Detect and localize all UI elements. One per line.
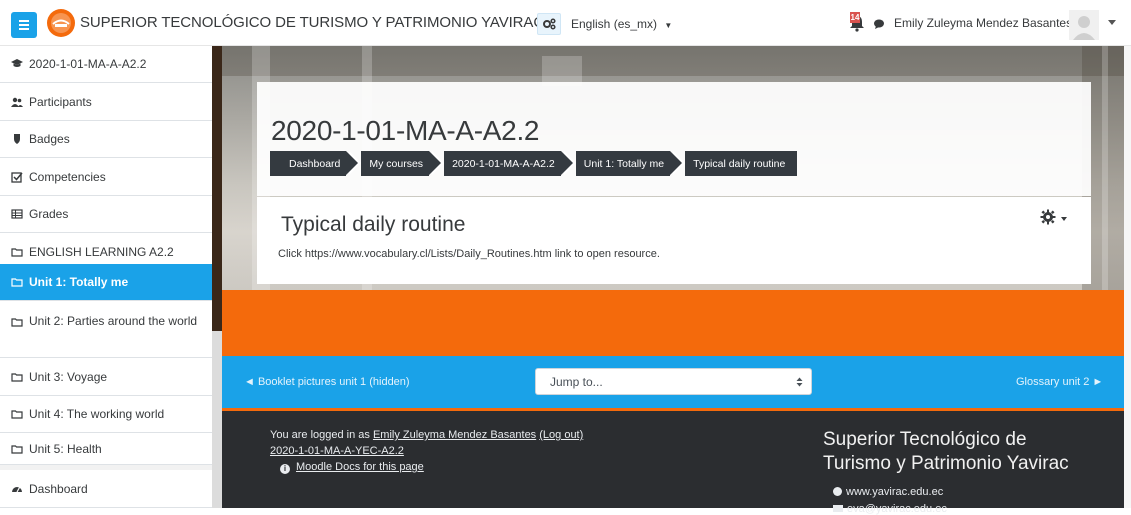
- folder-icon: [11, 444, 23, 454]
- select-arrows-icon: [796, 377, 803, 387]
- notification-count-badge: 14: [850, 12, 860, 23]
- breadcrumb: Dashboard My courses 2020-1-01-MA-A-A2.2…: [270, 151, 800, 176]
- next-activity-link[interactable]: Glossary unit 2 ►: [1016, 376, 1103, 388]
- folder-icon: [11, 410, 23, 419]
- sidebar-item-unit-2[interactable]: Unit 2: Parties around the world: [0, 301, 212, 358]
- message-bubble-icon[interactable]: [874, 19, 884, 29]
- course-home-link[interactable]: 2020-1-01-MA-A-YEC-A2.2: [270, 445, 404, 457]
- info-icon: i: [280, 464, 290, 474]
- page-footer: You are logged in as Emily Zuleyma Mende…: [222, 408, 1131, 515]
- resource-card: Typical daily routine Click https://www.…: [257, 197, 1091, 284]
- activity-navigation: ◄ Booklet pictures unit 1 (hidden) Jump …: [222, 356, 1131, 408]
- page-scrollbar[interactable]: [1124, 46, 1131, 508]
- hamburger-icon: [19, 20, 29, 22]
- page-title: Typical daily routine: [281, 213, 466, 236]
- site-logo[interactable]: [46, 8, 76, 38]
- breadcrumb-unit-1[interactable]: Unit 1: Totally me: [575, 151, 686, 176]
- avatar[interactable]: [1069, 10, 1099, 40]
- logout-link[interactable]: (Log out): [539, 429, 583, 441]
- globe-icon: [833, 487, 842, 496]
- folder-icon: [11, 278, 23, 287]
- sidebar-item-unit-4[interactable]: Unit 4: The working world: [0, 396, 212, 433]
- sidebar-item-label: Unit 1: Totally me: [29, 275, 129, 289]
- resource-description: Click https://www.vocabulary.cl/Lists/Da…: [278, 248, 660, 260]
- jump-to-select[interactable]: Jump to...: [535, 368, 812, 395]
- sidebar-item-label: Unit 3: Voyage: [29, 369, 108, 384]
- sidebar-item-label: Unit 5: Health: [29, 441, 102, 456]
- page-header: 2020-1-01-MA-A-A2.2 Dashboard My courses…: [257, 82, 1091, 196]
- table-icon: [11, 209, 23, 219]
- sidebar-item-label: Badges: [29, 132, 70, 146]
- breadcrumb-current-page: Typical daily routine: [685, 151, 798, 176]
- course-title: 2020-1-01-MA-A-A2.2: [271, 115, 540, 146]
- moodle-docs-link[interactable]: i Moodle Docs for this page: [280, 461, 424, 474]
- gears-icon: [543, 18, 556, 30]
- sidebar-item-label: Unit 2: Parties around the world: [29, 314, 198, 328]
- folder-icon: [11, 247, 23, 257]
- site-name-link[interactable]: SUPERIOR TECNOLÓGICO DE TURISMO Y PATRIM…: [80, 14, 544, 31]
- sidebar-item-unit-3[interactable]: Unit 3: Voyage: [0, 358, 212, 396]
- settings-toggle-button[interactable]: [537, 13, 561, 35]
- shield-icon: [14, 134, 20, 144]
- email-link[interactable]: eva@yavirac.edu.ec: [833, 503, 947, 515]
- sidebar-item-unit-5[interactable]: Unit 5: Health: [0, 433, 212, 465]
- sidebar-item-label: ENGLISH LEARNING A2.2: [29, 244, 174, 259]
- breadcrumb-course[interactable]: 2020-1-01-MA-A-A2.2: [444, 151, 576, 176]
- chevron-down-icon: ▼: [664, 21, 673, 30]
- breadcrumb-dashboard[interactable]: Dashboard: [270, 151, 362, 176]
- user-menu-caret-icon[interactable]: [1108, 20, 1116, 25]
- users-icon: [11, 97, 23, 107]
- login-info: You are logged in as Emily Zuleyma Mende…: [270, 429, 584, 441]
- sidebar-nav: 2020-1-01-MA-A-A2.2 Participants Badges …: [0, 46, 222, 508]
- graduation-cap-icon: [11, 59, 23, 67]
- user-name[interactable]: Emily Zuleyma Mendez Basantes: [894, 16, 1072, 30]
- sidebar-item-label: Dashboard: [29, 481, 88, 496]
- sidebar-item-label: Competencies: [29, 169, 106, 184]
- check-square-icon: [11, 171, 23, 183]
- menu-toggle-button[interactable]: [11, 12, 37, 38]
- breadcrumb-my-courses[interactable]: My courses: [361, 151, 445, 176]
- sidebar-item-label: Grades: [29, 207, 69, 221]
- sidebar-scrollbar-thumb[interactable]: [212, 331, 222, 508]
- user-profile-link[interactable]: Emily Zuleyma Mendez Basantes: [373, 429, 536, 441]
- chevron-down-icon[interactable]: [1061, 217, 1067, 221]
- envelope-icon: [833, 505, 843, 512]
- sidebar-item-course[interactable]: 2020-1-01-MA-A-A2.2: [0, 46, 212, 83]
- folder-icon: [11, 372, 23, 382]
- sidebar-item-competencies[interactable]: Competencies: [0, 158, 212, 196]
- sidebar-item-unit-1[interactable]: Unit 1: Totally me: [0, 264, 212, 301]
- sidebar-item-participants[interactable]: Participants: [0, 83, 212, 121]
- sidebar-item-dashboard[interactable]: Dashboard: [0, 470, 212, 508]
- organization-name: Superior Tecnológico de Turismo y Patrim…: [823, 429, 1069, 474]
- top-navbar: SUPERIOR TECNOLÓGICO DE TURISMO Y PATRIM…: [0, 0, 1131, 46]
- sidebar-scrollbar[interactable]: [212, 46, 222, 508]
- jump-to-value: Jump to...: [550, 375, 603, 389]
- sidebar-item-label: Unit 4: The working world: [29, 407, 165, 421]
- orange-banner: [222, 290, 1131, 356]
- language-label: English (es_mx): [571, 17, 658, 31]
- tachometer-icon: [12, 486, 22, 492]
- user-silhouette-icon: [1069, 10, 1099, 40]
- sidebar-item-label: 2020-1-01-MA-A-A2.2: [29, 57, 147, 71]
- language-menu[interactable]: English (es_mx) ▼: [571, 17, 672, 31]
- website-link[interactable]: www.yavirac.edu.ec: [833, 486, 943, 498]
- gear-icon[interactable]: [1040, 209, 1056, 225]
- sidebar-item-badges[interactable]: Badges: [0, 121, 212, 158]
- previous-activity-link[interactable]: ◄ Booklet pictures unit 1 (hidden): [244, 376, 410, 388]
- folder-icon: [11, 318, 23, 327]
- sidebar-item-label: Participants: [29, 94, 92, 109]
- sidebar-item-grades[interactable]: Grades: [0, 196, 212, 233]
